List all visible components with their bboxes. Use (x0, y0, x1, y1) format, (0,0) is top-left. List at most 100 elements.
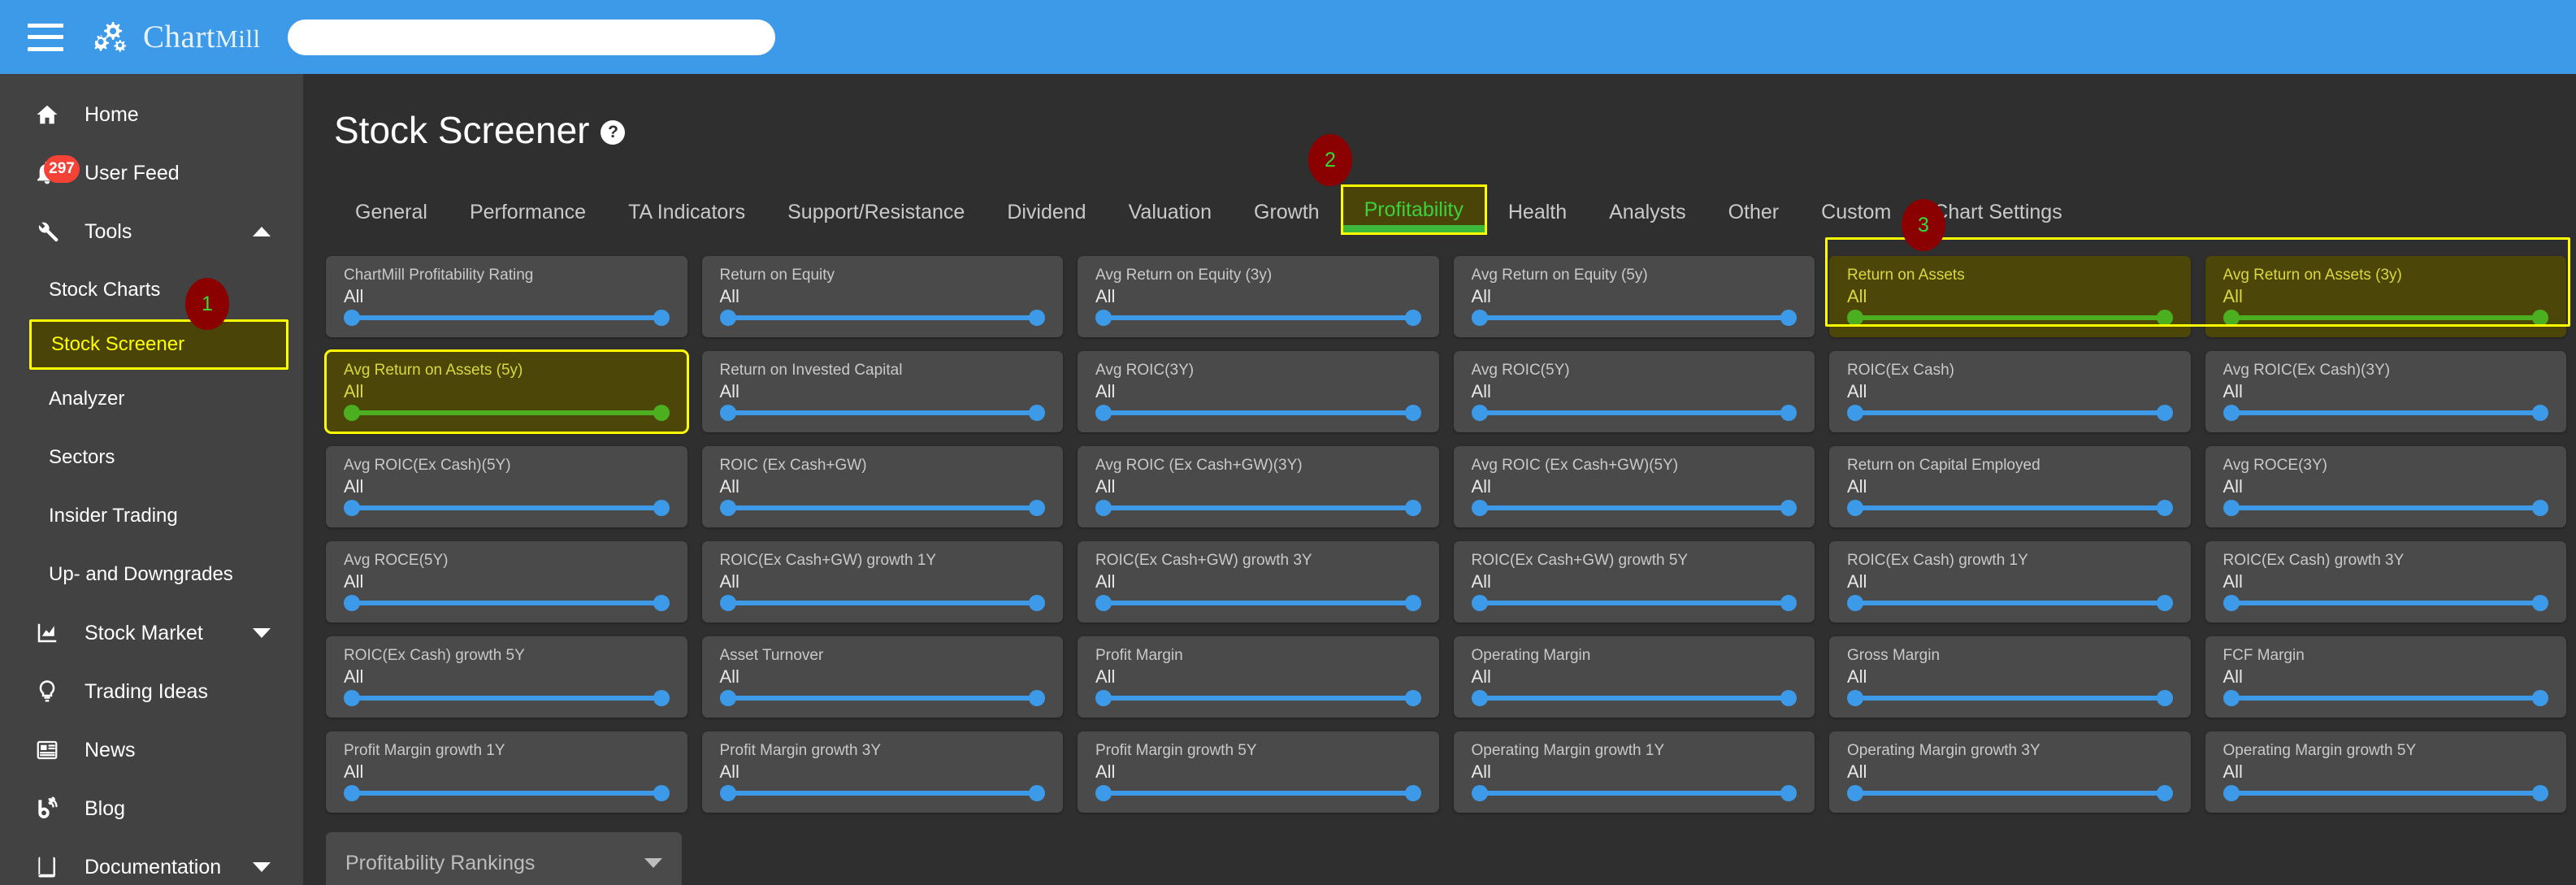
slider-knob-min[interactable] (1095, 690, 1112, 706)
slider-knob-max[interactable] (1404, 785, 1421, 801)
slider-knob-min[interactable] (1471, 690, 1488, 706)
slider-knob-min[interactable] (1847, 310, 1863, 326)
sidebar-item-up-and-downgrades[interactable]: Up- and Downgrades (0, 545, 303, 604)
filter-operating-margin[interactable]: Operating Margin All (1453, 636, 1815, 718)
filter-range-slider[interactable] (719, 690, 1045, 706)
filter-roic-ex-cash-growth-1y[interactable]: ROIC(Ex Cash) growth 1Y All (1829, 541, 2191, 623)
slider-knob-max[interactable] (1404, 310, 1421, 326)
slider-knob-min[interactable] (1095, 595, 1112, 611)
slider-knob-min[interactable] (719, 405, 736, 421)
sidebar-item-home[interactable]: Home (0, 85, 303, 144)
filter-range-slider[interactable] (719, 500, 1045, 516)
filter-range-slider[interactable] (344, 310, 670, 326)
sidebar-item-insider-trading[interactable]: Insider Trading (0, 487, 303, 545)
slider-knob-min[interactable] (344, 690, 360, 706)
filter-range-slider[interactable] (1471, 310, 1797, 326)
filter-range-slider[interactable] (344, 405, 670, 421)
chevron-down-icon[interactable] (253, 628, 271, 638)
slider-knob-max[interactable] (653, 500, 670, 516)
tab-ta-indicators[interactable]: TA Indicators (607, 189, 766, 235)
filter-return-on-invested-capital[interactable]: Return on Invested Capital All (701, 351, 1063, 432)
slider-knob-max[interactable] (2532, 690, 2548, 706)
slider-knob-max[interactable] (1404, 500, 1421, 516)
filter-roic-ex-cash-gw-growth-5y[interactable]: ROIC(Ex Cash+GW) growth 5Y All (1453, 541, 1815, 623)
filter-roic-ex-cash-growth-5y[interactable]: ROIC(Ex Cash) growth 5Y All (326, 636, 687, 718)
filter-return-on-equity[interactable]: Return on Equity All (701, 256, 1063, 337)
filter-avg-return-on-assets-5y[interactable]: Avg Return on Assets (5y) All (324, 349, 689, 434)
slider-knob-max[interactable] (1780, 595, 1797, 611)
filter-range-slider[interactable] (1847, 690, 2173, 706)
slider-knob-max[interactable] (653, 405, 670, 421)
filter-avg-return-on-equity-5y[interactable]: Avg Return on Equity (5y) All (1453, 256, 1815, 337)
slider-knob-min[interactable] (1095, 500, 1112, 516)
filter-range-slider[interactable] (1095, 785, 1421, 801)
slider-knob-max[interactable] (1029, 310, 1045, 326)
slider-knob-max[interactable] (2532, 405, 2548, 421)
filter-return-on-capital-employed[interactable]: Return on Capital Employed All (1829, 446, 2191, 527)
sidebar-item-trading-ideas[interactable]: Trading Ideas (0, 662, 303, 721)
hamburger-menu-icon[interactable] (28, 23, 63, 51)
slider-knob-max[interactable] (653, 785, 670, 801)
slider-knob-max[interactable] (1780, 500, 1797, 516)
filter-profit-margin[interactable]: Profit Margin All (1078, 636, 1439, 718)
filter-roic-ex-cash-gw[interactable]: ROIC (Ex Cash+GW) All (701, 446, 1063, 527)
filter-range-slider[interactable] (1847, 500, 2173, 516)
slider-knob-min[interactable] (2223, 500, 2240, 516)
tab-profitability[interactable]: Profitability (1340, 184, 1487, 235)
tab-support-resistance[interactable]: Support/Resistance (766, 189, 986, 235)
slider-knob-max[interactable] (1780, 310, 1797, 326)
filter-roic-ex-cash-growth-3y[interactable]: ROIC(Ex Cash) growth 3Y All (2205, 541, 2566, 623)
slider-knob-max[interactable] (1404, 690, 1421, 706)
slider-knob-min[interactable] (1471, 595, 1488, 611)
filter-range-slider[interactable] (1471, 405, 1797, 421)
filter-range-slider[interactable] (1095, 405, 1421, 421)
filter-range-slider[interactable] (1471, 595, 1797, 611)
slider-knob-max[interactable] (2532, 595, 2548, 611)
slider-knob-max[interactable] (2156, 500, 2173, 516)
tab-growth[interactable]: Growth (1233, 189, 1341, 235)
slider-knob-min[interactable] (1847, 405, 1863, 421)
slider-knob-min[interactable] (719, 500, 736, 516)
filter-range-slider[interactable] (344, 500, 670, 516)
slider-knob-min[interactable] (344, 500, 360, 516)
filter-roic-ex-cash[interactable]: ROIC(Ex Cash) All (1829, 351, 2191, 432)
slider-knob-max[interactable] (1404, 595, 1421, 611)
filter-range-slider[interactable] (1095, 595, 1421, 611)
slider-knob-min[interactable] (2223, 405, 2240, 421)
filter-range-slider[interactable] (2223, 310, 2548, 326)
sidebar-item-user-feed[interactable]: 297 User Feed (0, 144, 303, 202)
filter-operating-margin-growth-3y[interactable]: Operating Margin growth 3Y All (1829, 731, 2191, 813)
slider-knob-max[interactable] (1404, 405, 1421, 421)
filter-range-slider[interactable] (344, 595, 670, 611)
filter-range-slider[interactable] (2223, 595, 2548, 611)
tab-general[interactable]: General (334, 189, 449, 235)
slider-knob-min[interactable] (344, 595, 360, 611)
filter-avg-return-on-equity-3y[interactable]: Avg Return on Equity (3y) All (1078, 256, 1439, 337)
slider-knob-max[interactable] (2532, 310, 2548, 326)
chevron-up-icon[interactable] (253, 227, 271, 236)
slider-knob-max[interactable] (653, 310, 670, 326)
filter-range-slider[interactable] (2223, 500, 2548, 516)
filter-range-slider[interactable] (1095, 690, 1421, 706)
filter-roic-ex-cash-gw-growth-1y[interactable]: ROIC(Ex Cash+GW) growth 1Y All (701, 541, 1063, 623)
filter-range-slider[interactable] (1095, 310, 1421, 326)
sidebar-item-analyzer[interactable]: Analyzer (0, 370, 303, 428)
profitability-rankings-dropdown[interactable]: Profitability Rankings (326, 832, 682, 885)
brand-logo[interactable]: ChartMill (93, 19, 261, 56)
slider-knob-min[interactable] (1471, 310, 1488, 326)
slider-knob-min[interactable] (1471, 500, 1488, 516)
slider-knob-max[interactable] (2156, 595, 2173, 611)
slider-knob-min[interactable] (1095, 405, 1112, 421)
tab-performance[interactable]: Performance (449, 189, 607, 235)
filter-fcf-margin[interactable]: FCF Margin All (2205, 636, 2566, 718)
filter-range-slider[interactable] (344, 690, 670, 706)
tab-other[interactable]: Other (1707, 189, 1801, 235)
filter-avg-roic-ex-cash-3y[interactable]: Avg ROIC(Ex Cash)(3Y) All (2205, 351, 2566, 432)
slider-knob-min[interactable] (719, 785, 736, 801)
slider-knob-max[interactable] (1780, 405, 1797, 421)
slider-knob-max[interactable] (2156, 310, 2173, 326)
slider-knob-min[interactable] (1847, 595, 1863, 611)
slider-knob-min[interactable] (344, 405, 360, 421)
filter-range-slider[interactable] (1471, 500, 1797, 516)
filter-operating-margin-growth-5y[interactable]: Operating Margin growth 5Y All (2205, 731, 2566, 813)
